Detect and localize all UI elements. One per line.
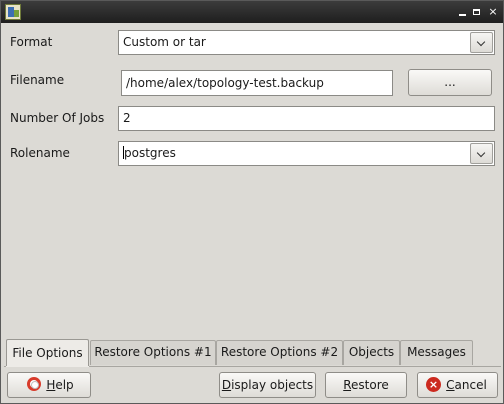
close-icon: × bbox=[488, 5, 498, 18]
minimize-icon bbox=[459, 14, 466, 16]
restore-button[interactable]: Restore bbox=[325, 372, 407, 398]
tab-label: Messages bbox=[407, 345, 466, 359]
cancel-rest: ancel bbox=[454, 378, 487, 392]
rolename-combobox[interactable]: postgres bbox=[118, 141, 495, 166]
help-button[interactable]: Help bbox=[7, 372, 91, 398]
title-bar[interactable]: × bbox=[1, 1, 503, 23]
help-mnemonic: H bbox=[46, 378, 56, 392]
restore-dialog: × Format Custom or tar Filename /home/al… bbox=[0, 0, 504, 404]
format-label: Format bbox=[10, 35, 53, 49]
tab-active-gap bbox=[6, 366, 89, 367]
jobs-label: Number Of Jobs bbox=[10, 111, 105, 125]
tab-restore-options-1[interactable]: Restore Options #1 bbox=[90, 340, 216, 365]
cancel-mnemonic: C bbox=[446, 378, 455, 392]
maximize-button[interactable] bbox=[470, 5, 484, 19]
tab-restore-options-2[interactable]: Restore Options #2 bbox=[216, 340, 343, 365]
restore-rest: estore bbox=[351, 378, 389, 392]
restore-mnemonic: R bbox=[343, 378, 352, 392]
tab-bar: File Options Restore Options #1 Restore … bbox=[4, 339, 501, 367]
filename-field[interactable]: /home/alex/topology-test.backup bbox=[121, 70, 393, 96]
jobs-value: 2 bbox=[123, 111, 131, 125]
browse-button-label: ... bbox=[444, 75, 456, 89]
cancel-button[interactable]: × Cancel bbox=[417, 372, 498, 398]
tab-file-options[interactable]: File Options bbox=[6, 339, 89, 367]
display-objects-rest: isplay objects bbox=[231, 378, 314, 392]
tab-label: Objects bbox=[348, 345, 395, 359]
tab-label: File Options bbox=[12, 346, 83, 360]
chevron-down-icon[interactable] bbox=[470, 32, 493, 53]
browse-button[interactable]: ... bbox=[408, 69, 492, 96]
format-value: Custom or tar bbox=[123, 35, 206, 49]
minimize-button[interactable] bbox=[456, 5, 470, 19]
restore-label: Restore bbox=[343, 378, 389, 392]
app-icon bbox=[5, 4, 21, 20]
rolename-value: postgres bbox=[124, 146, 176, 160]
chevron-down-icon[interactable] bbox=[470, 143, 493, 164]
jobs-field[interactable]: 2 bbox=[118, 106, 495, 131]
tab-messages[interactable]: Messages bbox=[400, 340, 473, 365]
help-label-rest: elp bbox=[55, 378, 74, 392]
maximize-icon bbox=[473, 9, 480, 15]
tab-label: Restore Options #1 bbox=[94, 345, 212, 359]
filename-value: /home/alex/topology-test.backup bbox=[126, 76, 324, 90]
display-objects-button[interactable]: Display objects bbox=[219, 372, 316, 398]
cancel-icon: × bbox=[426, 377, 441, 392]
tab-objects[interactable]: Objects bbox=[343, 340, 400, 365]
rolename-label: Rolename bbox=[10, 146, 70, 160]
display-objects-mnemonic: D bbox=[221, 378, 232, 392]
close-button[interactable]: × bbox=[486, 5, 500, 19]
display-objects-label: Display objects bbox=[222, 378, 313, 392]
filename-label: Filename bbox=[10, 73, 65, 87]
lifebuoy-icon bbox=[27, 377, 41, 391]
tab-label: Restore Options #2 bbox=[220, 345, 339, 359]
format-combobox[interactable]: Custom or tar bbox=[118, 30, 495, 55]
